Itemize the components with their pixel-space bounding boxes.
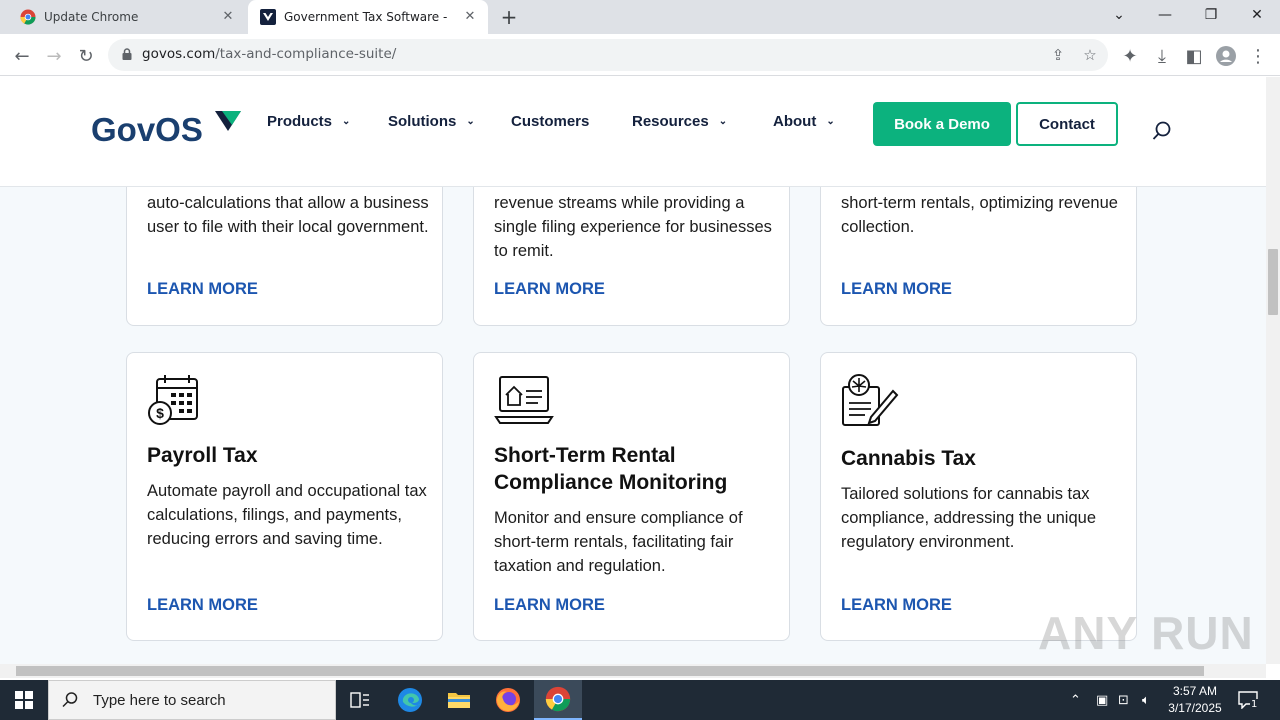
reload-icon[interactable]: ↻	[72, 42, 100, 70]
card-description: Tailored solutions for cannabis tax comp…	[841, 485, 1097, 551]
search-placeholder: Type here to search	[93, 691, 226, 709]
clock-date: 3/17/2025	[1168, 701, 1222, 715]
payroll-tax-card: $ Payroll Tax Automate payroll and occup…	[126, 352, 443, 641]
lock-icon	[122, 48, 132, 60]
system-clock[interactable]: 3:57 AM 3/17/2025	[1162, 683, 1228, 717]
tab-search-icon[interactable]: ⌄	[1096, 0, 1142, 30]
chevron-down-icon: ⌄	[466, 116, 475, 127]
nav-about[interactable]: About ⌄	[773, 113, 835, 130]
page-viewport: GovOS Products ⌄ Solutions ⌄ Customers Res…	[0, 77, 1266, 664]
task-view-icon[interactable]	[336, 680, 384, 720]
nav-resources[interactable]: Resources ⌄	[632, 113, 727, 130]
site-header: GovOS Products ⌄ Solutions ⌄ Customers Res…	[0, 77, 1266, 187]
back-icon[interactable]: ←	[8, 42, 36, 70]
chevron-down-icon: ⌄	[342, 116, 351, 127]
file-explorer-icon[interactable]	[435, 680, 483, 720]
scrollbar-thumb[interactable]	[1268, 249, 1278, 315]
url-text: govos.com/tax-and-compliance-suite/	[142, 46, 396, 62]
search-icon[interactable]	[1150, 119, 1174, 143]
nav-label: Resources	[632, 113, 709, 130]
nav-customers[interactable]: Customers	[511, 113, 589, 130]
tab-update-chrome[interactable]: Update Chrome ✕	[8, 0, 246, 34]
nav-solutions[interactable]: Solutions ⌄	[388, 113, 475, 130]
nav-label: About	[773, 113, 817, 130]
nav-label: Customers	[511, 113, 590, 130]
learn-more-link[interactable]: LEARN MORE	[494, 596, 605, 615]
payroll-calendar-icon: $	[148, 375, 198, 425]
notification-count: 1	[1250, 698, 1259, 710]
govos-favicon-icon	[260, 9, 276, 25]
browser-toolbar: ← → ↻ govos.com/tax-and-compliance-suite…	[0, 34, 1280, 76]
short-term-rental-card: Short-Term Rental Compliance Monitoring …	[473, 352, 790, 641]
new-tab-icon[interactable]: +	[498, 6, 520, 28]
anyrun-watermark: ANY RUN	[1038, 607, 1254, 659]
forward-icon[interactable]: →	[40, 42, 68, 70]
vertical-scrollbar[interactable]	[1266, 77, 1280, 664]
close-tab-icon[interactable]: ✕	[462, 9, 478, 25]
windows-taskbar: Type here to search ⌃ ▣ ⊡ 🔈︎ 3:57 AM 3/1…	[0, 680, 1280, 720]
cannabis-tax-card: Cannabis Tax Tailored solutions for cann…	[820, 352, 1137, 641]
firefox-icon[interactable]	[484, 680, 532, 720]
learn-more-link[interactable]: LEARN MORE	[147, 280, 258, 299]
card-description: auto-calculations that allow a business …	[147, 194, 429, 236]
download-icon[interactable]: ⤓	[1148, 42, 1176, 70]
minimize-icon[interactable]: —	[1142, 0, 1188, 30]
learn-more-link[interactable]: LEARN MORE	[841, 596, 952, 615]
url-domain: govos.com	[142, 46, 216, 62]
windows-logo-icon	[15, 691, 33, 709]
url-path: /tax-and-compliance-suite/	[215, 46, 397, 62]
book-demo-button[interactable]: Book a Demo	[873, 102, 1011, 146]
close-window-icon[interactable]: ✕	[1234, 0, 1280, 30]
clock-time: 3:57 AM	[1172, 684, 1218, 698]
share-icon[interactable]: ⇪	[1048, 45, 1068, 65]
govos-logo[interactable]: GovOS	[91, 107, 243, 151]
logo-text: GovOS	[91, 111, 203, 148]
chrome-menu-icon[interactable]: ⋮	[1244, 42, 1272, 70]
card-description: Monitor and ensure compliance of short-t…	[494, 509, 743, 575]
close-tab-icon[interactable]: ✕	[220, 9, 236, 25]
chrome-favicon-icon	[20, 9, 36, 25]
cannabis-document-icon	[842, 374, 899, 426]
notifications-icon[interactable]: 1	[1238, 680, 1259, 720]
card-title: Short-Term Rental Compliance Monitoring	[494, 444, 728, 494]
show-hidden-icons[interactable]: ⌃	[1070, 680, 1081, 720]
profile-avatar-icon[interactable]	[1212, 42, 1240, 70]
browser-tab-strip: Update Chrome ✕ Government Tax Software …	[0, 0, 1280, 34]
card-description: revenue streams while providing a single…	[494, 194, 772, 260]
network-icon[interactable]: ⊡	[1118, 680, 1129, 720]
card-title: Payroll Tax	[147, 444, 258, 467]
card-description: short-term rentals, optimizing revenue c…	[841, 194, 1118, 236]
chevron-down-icon: ⌄	[718, 116, 728, 127]
svg-text:$: $	[156, 405, 164, 421]
nav-label: Products	[267, 113, 333, 130]
scrollbar-thumb[interactable]	[16, 666, 1204, 676]
nav-products[interactable]: Products ⌄	[267, 113, 350, 130]
restore-icon[interactable]: ❐	[1188, 0, 1234, 30]
tab-title: Update Chrome	[44, 10, 139, 24]
learn-more-link[interactable]: LEARN MORE	[494, 280, 605, 299]
laptop-house-icon	[494, 376, 554, 424]
device-icon[interactable]: ▣	[1096, 680, 1108, 720]
volume-icon[interactable]: 🔈︎	[1142, 680, 1150, 720]
tab-govos[interactable]: Government Tax Software - Tax & Complian…	[248, 0, 488, 34]
extensions-icon[interactable]: ✦	[1116, 42, 1144, 70]
address-bar[interactable]: govos.com/tax-and-compliance-suite/ ⇪ ☆	[108, 39, 1108, 71]
edge-icon[interactable]	[386, 680, 434, 720]
side-panel-icon[interactable]: ◧	[1180, 42, 1208, 70]
nav-label: Solutions	[388, 113, 457, 130]
learn-more-link[interactable]: LEARN MORE	[147, 596, 258, 615]
taskbar-search-box[interactable]: Type here to search	[48, 680, 336, 720]
learn-more-link[interactable]: LEARN MORE	[841, 280, 952, 299]
chrome-taskbar-icon[interactable]	[534, 680, 582, 720]
bookmark-star-icon[interactable]: ☆	[1080, 45, 1100, 65]
horizontal-scrollbar[interactable]	[0, 664, 1266, 678]
chevron-down-icon: ⌄	[826, 116, 835, 127]
start-button[interactable]	[0, 680, 48, 720]
search-icon	[62, 692, 78, 708]
card-description: Automate payroll and occupational tax ca…	[147, 482, 427, 548]
card-title: Cannabis Tax	[841, 447, 976, 470]
contact-button[interactable]: Contact	[1016, 102, 1118, 146]
tab-title: Government Tax Software - Tax & Complian…	[284, 10, 449, 24]
